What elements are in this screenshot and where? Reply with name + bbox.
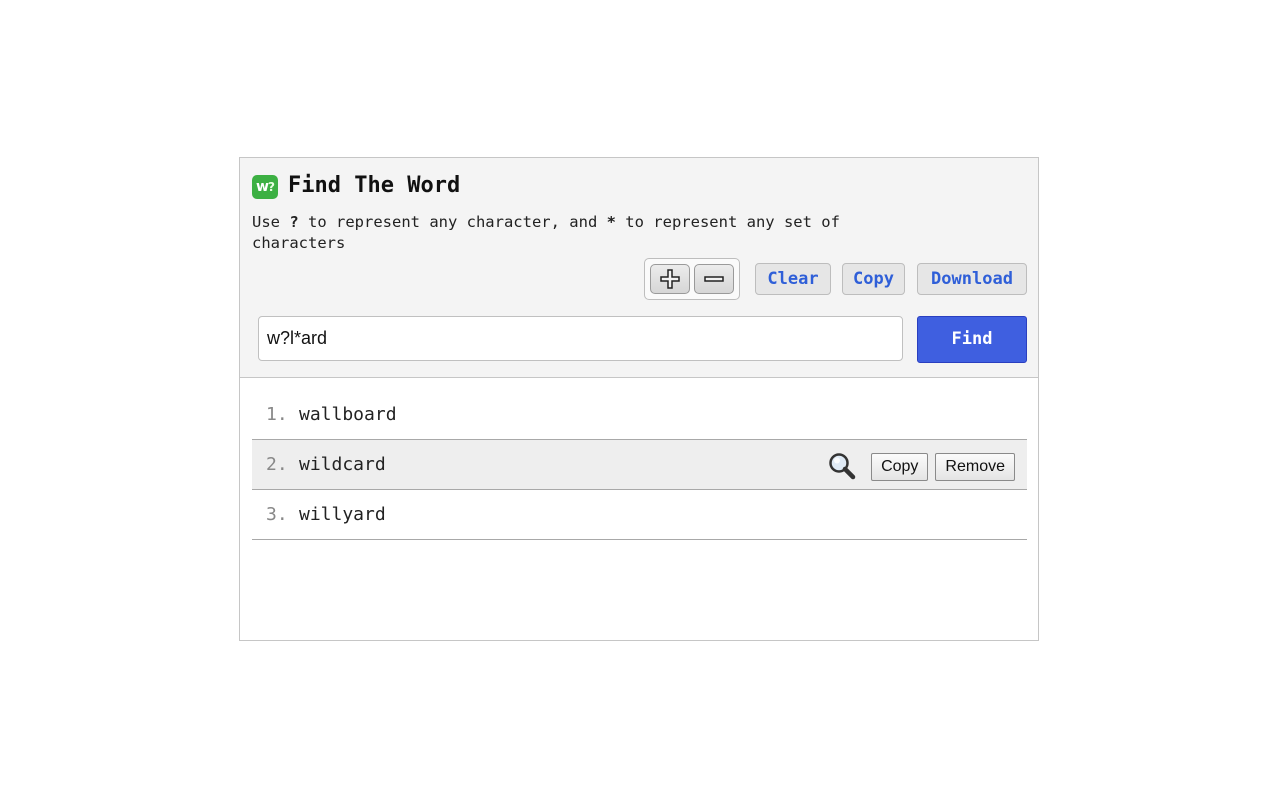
magnifier-icon[interactable] [827,451,857,481]
row-remove-button[interactable]: Remove [935,453,1015,481]
result-row[interactable]: 3. willyard [252,490,1027,540]
row-copy-button[interactable]: Copy [871,453,929,481]
app-logo-icon: w? [252,175,278,199]
result-word: wallboard [299,404,397,425]
result-word: wildcard [299,454,386,475]
result-number: 2. [266,454,288,475]
download-button[interactable]: Download [917,263,1027,295]
pattern-input[interactable] [258,316,903,361]
find-button[interactable]: Find [917,316,1027,363]
row-actions: Copy Remove [827,453,1015,481]
instructions: Use ? to represent any character, and * … [252,213,840,252]
result-word: willyard [299,504,386,525]
clear-button[interactable]: Clear [755,263,831,295]
result-number: 1. [266,404,288,425]
result-row[interactable]: 1. wallboard [252,390,1027,440]
zoom-in-button[interactable] [650,264,690,294]
header: w? Find The Word Use ? to represent any … [240,158,1038,378]
find-the-word-panel: w? Find The Word Use ? to represent any … [239,157,1039,641]
result-number: 3. [266,504,288,525]
results-list: 1. wallboard 2. wildcard Copy Remove 3. … [252,390,1027,540]
zoom-controls [644,258,740,300]
copy-all-button[interactable]: Copy [842,263,905,295]
result-row[interactable]: 2. wildcard Copy Remove [252,440,1027,490]
minus-icon [704,276,724,282]
app-title: Find The Word [288,173,461,198]
zoom-out-button[interactable] [694,264,734,294]
plus-icon [660,269,680,289]
